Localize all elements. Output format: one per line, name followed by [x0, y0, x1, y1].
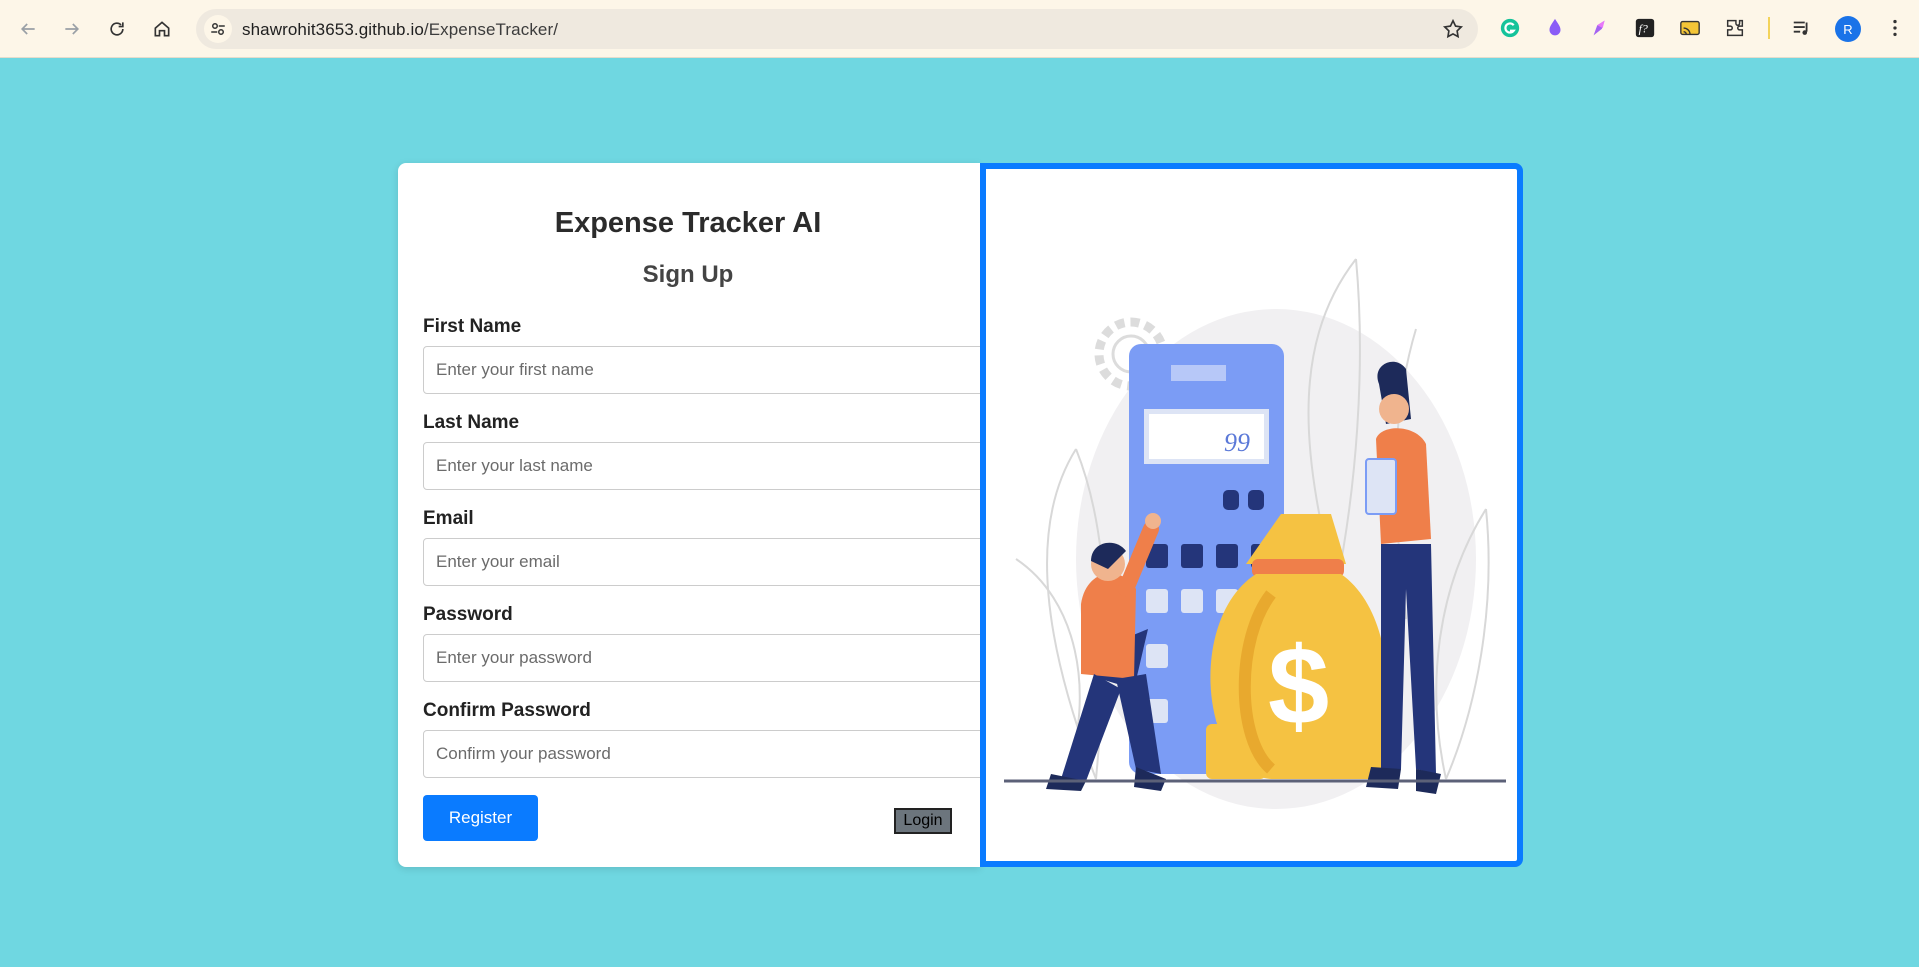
last-name-label: Last Name: [423, 412, 520, 433]
password-field[interactable]: [423, 634, 980, 682]
url-host: shawrohit3653.github.io: [242, 20, 424, 39]
forward-icon: [65, 23, 80, 35]
calculator-slot: [1171, 365, 1226, 381]
address-bar[interactable]: shawrohit3653.github.io/ExpenseTracker/: [196, 9, 1478, 49]
brush-extension[interactable]: [1588, 16, 1612, 40]
menu-icon: [1893, 19, 1897, 37]
brush-icon: [1593, 20, 1605, 36]
url-path: /ExpenseTracker/: [423, 20, 559, 39]
calculator-display-value: 99: [1224, 428, 1250, 457]
app-title: Expense Tracker AI: [554, 207, 822, 239]
forward-button[interactable]: [56, 13, 88, 45]
email-label: Email: [423, 508, 474, 529]
extensions-icon: [1726, 19, 1744, 37]
reload-button[interactable]: [101, 13, 133, 45]
toolbar-divider: [1768, 17, 1770, 39]
grammarly-icon: [1500, 18, 1520, 38]
drop-icon: [1549, 18, 1561, 36]
confirm-password-field[interactable]: [423, 730, 980, 778]
grammarly-extension[interactable]: [1498, 16, 1522, 40]
home-icon: [154, 21, 170, 37]
url-text: shawrohit3653.github.io/ExpenseTracker/: [242, 20, 558, 40]
last-name-field[interactable]: [423, 442, 980, 490]
illustration-panel: 99 $: [980, 163, 1523, 867]
media-queue-icon: [1793, 21, 1808, 35]
currency-symbol: $: [1268, 625, 1329, 748]
svg-text:f?: f?: [1639, 22, 1648, 36]
finance-illustration: 99 $: [1004, 258, 1506, 809]
media-queue-button[interactable]: [1790, 16, 1814, 40]
confirm-password-label: Confirm Password: [423, 700, 591, 721]
clipboard: [1365, 458, 1397, 515]
register-button[interactable]: Register: [423, 795, 538, 841]
cast-extension[interactable]: [1678, 16, 1702, 40]
signup-form-panel: Expense Tracker AI Sign Up First Name La…: [398, 163, 980, 867]
login-button[interactable]: Login: [894, 808, 952, 834]
first-name-label: First Name: [423, 316, 522, 337]
bookmark-star-icon[interactable]: [1442, 18, 1464, 40]
menu-button[interactable]: [1883, 16, 1907, 40]
cast-icon: [1680, 20, 1700, 36]
extensions-button[interactable]: [1723, 16, 1747, 40]
back-icon: [20, 23, 35, 35]
site-settings-button[interactable]: [204, 15, 232, 43]
back-button[interactable]: [12, 13, 44, 45]
page-subtitle: Sign Up: [642, 261, 734, 288]
browser-toolbar: shawrohit3653.github.io/ExpenseTracker/ …: [0, 0, 1919, 58]
first-name-field[interactable]: [423, 346, 980, 394]
drop-extension[interactable]: [1543, 16, 1567, 40]
password-label: Password: [423, 604, 513, 625]
function-icon: f?: [1635, 18, 1655, 38]
email-field[interactable]: [423, 538, 980, 586]
profile-avatar[interactable]: R: [1835, 16, 1861, 42]
site-settings-icon: [211, 23, 225, 35]
function-extension[interactable]: f?: [1633, 16, 1657, 40]
reload-icon: [110, 22, 124, 36]
home-button[interactable]: [146, 13, 178, 45]
